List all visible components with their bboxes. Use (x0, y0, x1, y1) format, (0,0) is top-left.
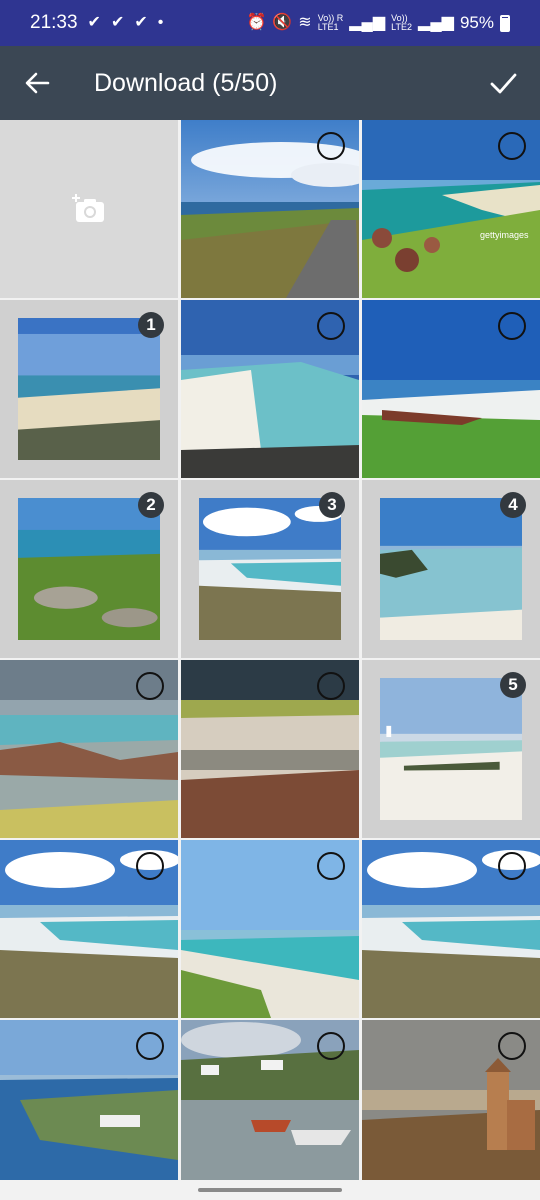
page-title: Download (5/50) (94, 68, 278, 97)
photo-thumbnail[interactable] (0, 840, 178, 1018)
network-lte2: Vo)) LTE2 (391, 13, 413, 32)
check-icon (490, 73, 517, 94)
photo-image (18, 498, 160, 640)
selection-order-badge[interactable]: 1 (138, 312, 164, 338)
status-bar: 21:33 ✔ ✔ ✔ • ⏰ 🔇 ≋ Vo)) R LTE1 ▂▄▆ Vo)) L… (0, 0, 540, 46)
photo-image (380, 498, 522, 640)
photo-thumbnail[interactable] (362, 300, 540, 478)
photo-thumbnail[interactable]: gettyimages (362, 120, 540, 298)
photo-thumbnail-selected[interactable]: 4 (362, 480, 540, 658)
done-button[interactable] (466, 46, 540, 120)
battery-level: 95% (459, 13, 494, 32)
photo-image (199, 498, 341, 640)
select-circle-icon[interactable] (317, 1032, 345, 1060)
take-photo-cell[interactable] (0, 120, 178, 298)
photo-thumbnail[interactable] (362, 840, 540, 1018)
photo-thumbnail[interactable] (181, 660, 359, 838)
select-circle-icon[interactable] (317, 132, 345, 160)
download-done-icon: ✔ (110, 14, 125, 31)
download-done-icon: ✔ (87, 14, 101, 31)
alarm-icon: ⏰ (246, 14, 267, 31)
selection-order-badge[interactable]: 2 (138, 492, 164, 518)
select-circle-icon[interactable] (317, 312, 345, 340)
select-circle-icon[interactable] (317, 672, 345, 700)
photo-thumbnail[interactable] (181, 1020, 359, 1198)
photo-thumbnail-selected[interactable]: 1 (0, 300, 178, 478)
download-done-icon: ✔ (134, 14, 148, 31)
navigation-bar (0, 1180, 540, 1200)
select-circle-icon[interactable] (498, 1032, 526, 1060)
photo-thumbnail[interactable] (181, 300, 359, 478)
select-circle-icon[interactable] (498, 852, 526, 880)
photo-thumbnail-selected[interactable]: 5 (362, 660, 540, 838)
select-circle-icon[interactable] (136, 1032, 164, 1060)
photo-thumbnail[interactable] (181, 840, 359, 1018)
signal-icon: ▂▄▆ (349, 14, 386, 31)
photo-thumbnail[interactable] (0, 1020, 178, 1198)
add-camera-icon (72, 194, 104, 222)
photo-thumbnail-selected[interactable]: 2 (0, 480, 178, 658)
select-circle-icon[interactable] (498, 132, 526, 160)
select-circle-icon[interactable] (317, 852, 345, 880)
svg-text:gettyimages: gettyimages (480, 230, 529, 240)
mute-icon: 🔇 (272, 14, 293, 31)
selection-order-badge[interactable]: 3 (319, 492, 345, 518)
notification-dot-icon: • (157, 14, 164, 31)
photo-image (380, 678, 522, 820)
photo-thumbnail[interactable] (0, 660, 178, 838)
network-lte1: Vo)) R LTE1 (317, 13, 344, 32)
photo-thumbnail[interactable] (362, 1020, 540, 1198)
home-indicator[interactable] (198, 1188, 342, 1192)
back-button[interactable] (0, 46, 74, 120)
battery-icon (500, 14, 510, 32)
photo-image (18, 318, 160, 460)
photo-thumbnail[interactable] (181, 120, 359, 298)
arrow-left-icon (25, 72, 50, 94)
signal-icon: ▂▄▆ (418, 14, 454, 31)
app-bar: Download (5/50) (0, 46, 540, 120)
select-circle-icon[interactable] (136, 672, 164, 700)
status-time: 21:33 (30, 12, 78, 33)
selection-order-badge[interactable]: 4 (500, 492, 526, 518)
photo-grid: gettyimages 1 2 3 4 5 (0, 120, 540, 1198)
selection-order-badge[interactable]: 5 (500, 672, 526, 698)
select-circle-icon[interactable] (498, 312, 526, 340)
select-circle-icon[interactable] (136, 852, 164, 880)
photo-thumbnail-selected[interactable]: 3 (181, 480, 359, 658)
wifi-icon: ≋ (298, 14, 312, 31)
